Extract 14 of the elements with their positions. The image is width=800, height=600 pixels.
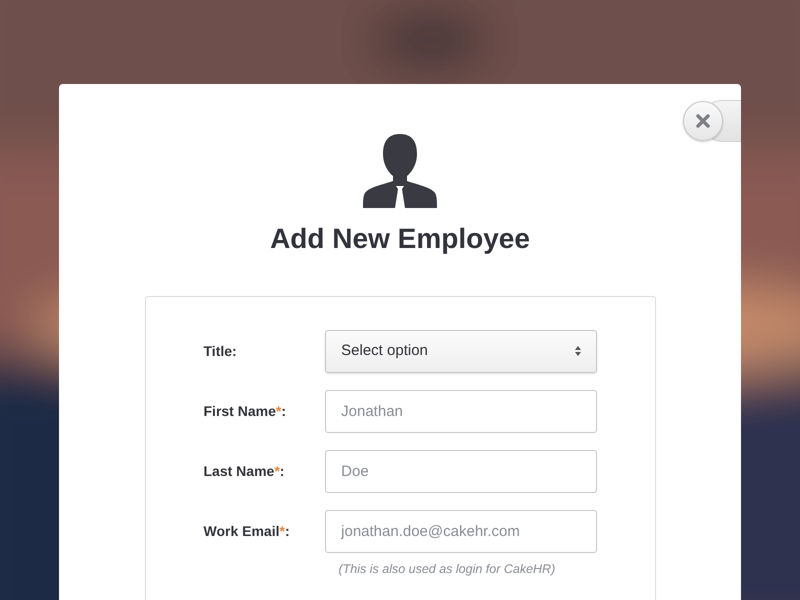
field-label: Title: xyxy=(204,342,238,361)
sort-arrows-icon xyxy=(574,346,580,356)
text-input[interactable]: jonathan.doe@cakehr.com xyxy=(325,510,596,553)
close-button[interactable] xyxy=(683,101,723,141)
text-input[interactable]: Jonathan xyxy=(325,390,596,433)
select-dropdown[interactable]: Select option xyxy=(325,330,596,373)
field-label: Work Email*: xyxy=(204,522,291,541)
text-input[interactable]: Doe xyxy=(325,450,596,493)
field-label: Last Name*: xyxy=(204,462,286,481)
person-icon xyxy=(363,134,437,208)
close-icon xyxy=(696,114,710,128)
hint-text: (This is also used as login for CakeHR) xyxy=(338,560,556,578)
field-label: First Name*: xyxy=(204,402,287,421)
dialog-title: Add New Employee xyxy=(269,222,531,256)
